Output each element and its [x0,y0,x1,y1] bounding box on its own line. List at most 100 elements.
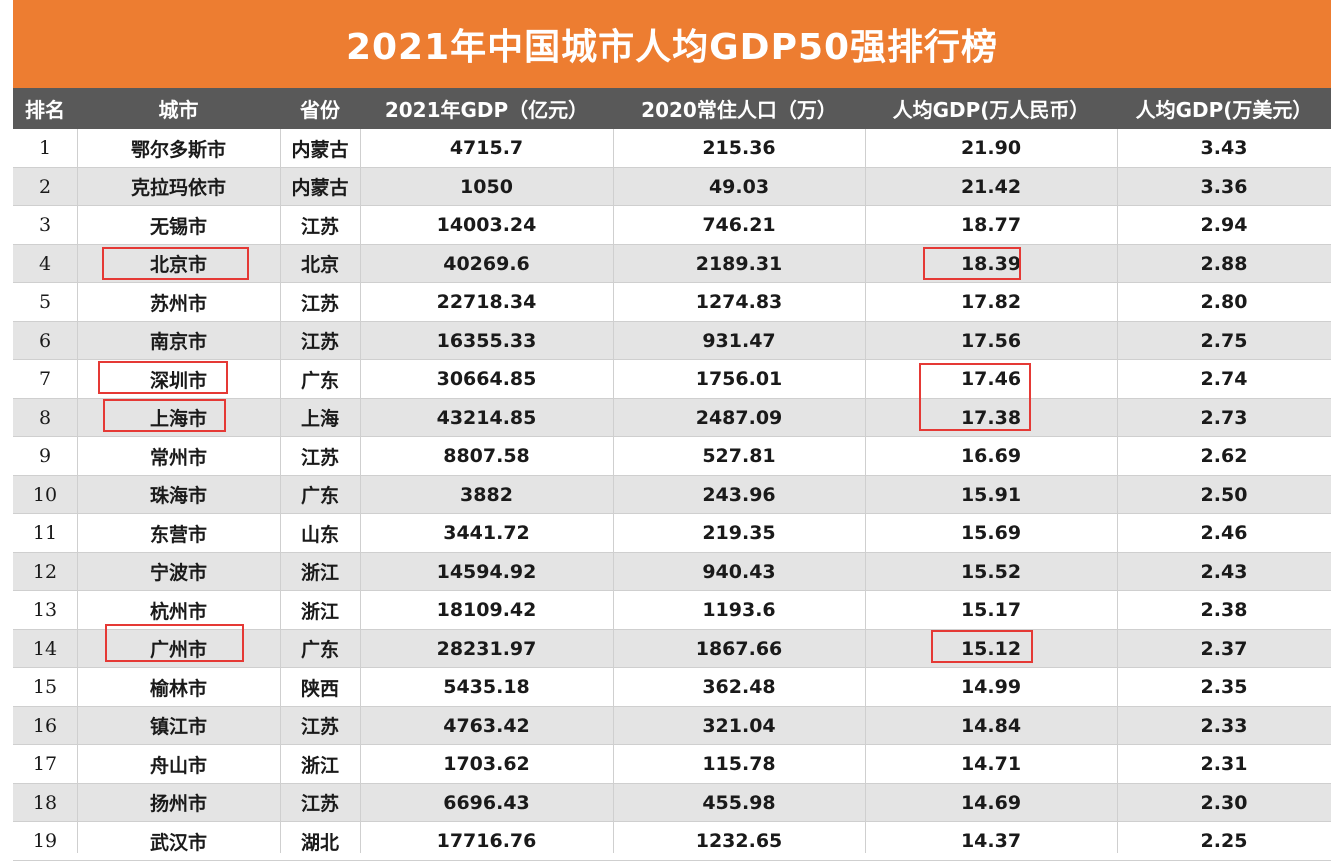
city-cell: 镇江市 [149,716,207,738]
province-cell: 广东 [300,369,339,392]
gdp-cell: 4715.7 [449,137,524,159]
gdp-per-capita-rmb-cell: 15.69 [960,522,1022,544]
province-cell: 江苏 [300,215,339,238]
gdp-per-capita-rmb-cell: 18.39 [960,252,1022,275]
city-cell: 深圳市 [149,369,207,392]
population-cell: 49.03 [708,175,770,198]
gdp-per-capita-rmb-cell: 14.69 [960,791,1022,814]
rank-cell: 15 [32,676,58,698]
gdp-per-capita-rmb-cell: 17.46 [960,368,1022,390]
population-cell: 455.98 [702,791,776,814]
province-cell: 陕西 [300,677,339,700]
rank-cell: 9 [38,445,52,467]
population-cell: 940.43 [702,560,776,583]
province-cell: 江苏 [300,716,339,738]
column-divider [865,129,866,853]
table-row: 6 南京市 江苏 16355.33 931.47 17.56 2.75 [13,321,1331,360]
city-cell: 榆林市 [149,677,207,700]
gdp-per-capita-usd-cell: 2.38 [1200,599,1248,621]
gdp-per-capita-rmb-cell: 15.52 [960,560,1022,583]
gdp-cell: 17716.76 [436,830,537,852]
gdp-per-capita-usd-cell: 2.75 [1200,329,1248,352]
gdp-cell: 40269.6 [443,252,530,275]
header-gdp: 2021年GDP（亿元） [384,98,589,122]
rank-cell: 17 [32,753,58,775]
gdp-per-capita-rmb-cell: 18.77 [960,214,1022,236]
population-cell: 527.81 [702,445,776,467]
gdp-cell: 3441.72 [443,522,530,544]
population-cell: 1756.01 [695,368,783,390]
province-cell: 江苏 [300,446,339,469]
gdp-cell: 3882 [460,483,513,506]
city-cell: 南京市 [149,331,207,353]
gdp-per-capita-usd-cell: 2.31 [1200,753,1248,775]
rank-cell: 3 [38,214,52,236]
gdp-per-capita-usd-cell: 2.88 [1200,252,1248,275]
population-cell: 115.78 [702,753,776,775]
gdp-per-capita-usd-cell: 2.74 [1200,368,1248,390]
gdp-per-capita-usd-cell: 2.80 [1200,291,1248,313]
province-cell: 江苏 [300,793,339,815]
city-cell: 北京市 [149,254,207,276]
gdp-cell: 1050 [460,175,513,198]
rank-cell: 19 [32,830,58,852]
header-gdp-per-capita-usd: 人均GDP(万美元） [1135,98,1313,122]
city-cell: 上海市 [149,408,207,430]
gdp-per-capita-usd-cell: 2.73 [1200,406,1248,429]
city-cell: 广州市 [149,639,207,661]
gdp-cell: 43214.85 [436,406,537,429]
gdp-cell: 22718.34 [436,291,537,313]
gdp-per-capita-rmb-cell: 21.42 [960,175,1022,198]
city-cell: 克拉玛依市 [130,177,226,199]
rank-cell: 14 [32,637,58,660]
table-row: 4 北京市 北京 40269.6 2189.31 18.39 2.88 [13,244,1331,283]
province-cell: 内蒙古 [291,177,349,199]
gdp-per-capita-rmb-cell: 17.38 [960,406,1022,429]
gdp-per-capita-rmb-cell: 14.37 [960,830,1022,852]
gdp-cell: 5435.18 [443,676,530,698]
gdp-cell: 6696.43 [443,791,530,814]
province-cell: 江苏 [300,331,339,353]
city-cell: 宁波市 [149,562,207,584]
table-row: 18 扬州市 江苏 6696.43 455.98 14.69 2.30 [13,783,1331,822]
population-cell: 1232.65 [695,830,783,852]
province-cell: 浙江 [300,754,339,777]
column-divider [77,129,78,853]
rank-cell: 18 [32,791,58,814]
gdp-per-capita-usd-cell: 2.33 [1200,714,1248,737]
gdp-per-capita-rmb-cell: 15.91 [960,483,1022,506]
gdp-per-capita-rmb-cell: 16.69 [960,445,1022,467]
city-cell: 苏州市 [149,292,207,315]
rank-cell: 10 [32,483,58,506]
rank-cell: 2 [38,175,52,198]
column-divider [1117,129,1118,853]
gdp-per-capita-rmb-cell: 15.12 [960,637,1022,660]
gdp-cell: 18109.42 [436,599,537,621]
population-cell: 321.04 [702,714,776,737]
header-rank: 排名 [25,98,65,122]
city-cell: 鄂尔多斯市 [130,138,226,161]
city-cell: 舟山市 [149,754,207,777]
gdp-cell: 30664.85 [436,368,537,390]
gdp-per-capita-usd-cell: 2.43 [1200,560,1248,583]
gdp-per-capita-rmb-cell: 21.90 [960,137,1022,159]
population-cell: 1274.83 [695,291,783,313]
gdp-per-capita-usd-cell: 2.94 [1200,214,1248,236]
table-row: 19 武汉市 湖北 17716.76 1232.65 14.37 2.25 [13,822,1331,861]
province-cell: 广东 [300,639,339,661]
rank-cell: 5 [38,291,52,313]
gdp-per-capita-usd-cell: 2.25 [1200,830,1248,852]
gdp-cell: 16355.33 [436,329,537,352]
gdp-per-capita-usd-cell: 2.46 [1200,522,1248,544]
gdp-per-capita-usd-cell: 2.50 [1200,483,1248,506]
table-row: 8 上海市 上海 43214.85 2487.09 17.38 2.73 [13,398,1331,437]
table-row: 5 苏州市 江苏 22718.34 1274.83 17.82 2.80 [13,283,1331,322]
gdp-per-capita-usd-cell: 2.37 [1200,637,1248,660]
rank-cell: 6 [38,329,52,352]
table-row: 11 东营市 山东 3441.72 219.35 15.69 2.46 [13,514,1331,553]
gdp-per-capita-rmb-cell: 17.82 [960,291,1022,313]
column-divider [613,129,614,853]
rank-cell: 12 [32,560,58,583]
table-row: 14 广州市 广东 28231.97 1867.66 15.12 2.37 [13,629,1331,668]
province-cell: 浙江 [300,562,339,584]
